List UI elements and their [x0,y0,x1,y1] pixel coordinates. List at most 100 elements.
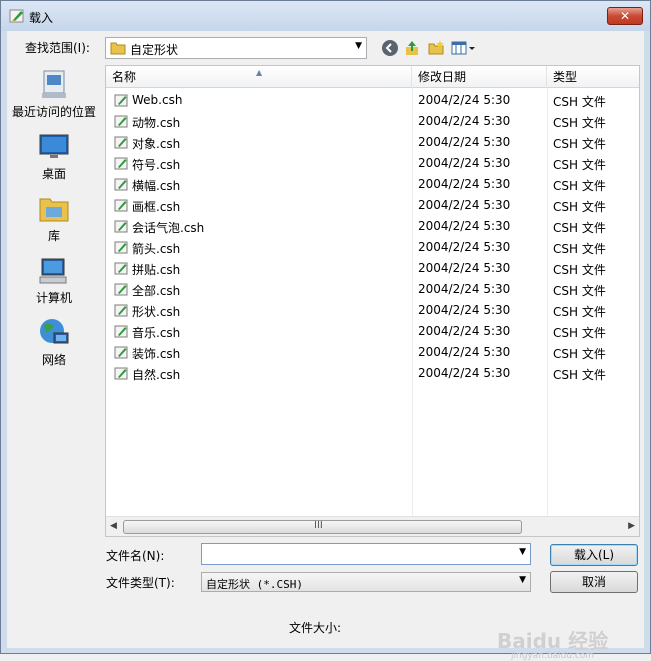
view-menu-icon[interactable] [451,39,477,57]
file-name: 横幅.csh [132,179,181,193]
file-type: CSH 文件 [553,137,606,151]
desktop-icon [39,134,69,158]
place-label: 最近访问的位置 [11,105,96,119]
chevron-down-icon[interactable]: ▼ [355,41,362,51]
file-type: CSH 文件 [553,221,606,235]
file-date: 2004/2/24 5:30 [418,198,511,212]
title-bar[interactable]: 载入 ✕ [1,1,650,31]
file-name: 拼贴.csh [132,263,181,277]
place-label: 计算机 [35,291,72,305]
file-row[interactable]: 符号.csh 2004/2/24 5:30 CSH 文件 [106,153,639,174]
file-row[interactable]: 音乐.csh 2004/2/24 5:30 CSH 文件 [106,321,639,342]
csh-file-icon [114,220,128,233]
csh-file-icon [114,178,128,191]
column-header-type[interactable]: 类型 [547,66,639,88]
file-row[interactable]: 动物.csh 2004/2/24 5:30 CSH 文件 [106,111,639,132]
file-type: CSH 文件 [553,200,606,214]
file-list[interactable]: 名称 ▲ 修改日期 类型 Web.csh 2004/2/24 5:30 CSH 文件… [105,65,640,537]
place-label: 网络 [41,353,66,367]
file-row[interactable]: 会话气泡.csh 2004/2/24 5:30 CSH 文件 [106,216,639,237]
csh-file-icon [114,157,128,170]
column-header-name[interactable]: 名称 ▲ [106,66,412,88]
brush-app-icon [9,9,24,23]
scroll-right-icon[interactable]: ▶ [628,521,635,531]
file-type: CSH 文件 [553,305,606,319]
file-type: CSH 文件 [553,368,606,382]
chevron-down-icon[interactable]: ▼ [519,547,526,557]
file-date: 2004/2/24 5:30 [418,261,511,275]
back-icon[interactable] [381,39,399,57]
file-row[interactable]: 横幅.csh 2004/2/24 5:30 CSH 文件 [106,174,639,195]
file-name: 箭头.csh [132,242,181,256]
chevron-down-icon[interactable]: ▼ [519,575,526,585]
file-row[interactable]: 画框.csh 2004/2/24 5:30 CSH 文件 [106,195,639,216]
filename-input[interactable] [202,544,508,564]
watermark-logo: Baidu 经验 jingyan.baidu.com [497,629,609,661]
filetype-value: 自定形状 (*.CSH) [206,578,303,591]
filetype-combo[interactable]: 自定形状 (*.CSH) ▼ [201,572,531,592]
csh-file-icon [114,262,128,275]
file-date: 2004/2/24 5:30 [418,135,511,149]
file-name: 对象.csh [132,137,181,151]
place-desktop[interactable]: 桌面 [7,131,101,189]
file-type: CSH 文件 [553,242,606,256]
csh-file-icon [114,94,128,107]
file-date: 2004/2/24 5:30 [418,303,511,317]
file-date: 2004/2/24 5:30 [418,156,511,170]
file-type: CSH 文件 [553,326,606,340]
csh-file-icon [114,367,128,380]
load-button[interactable]: 载入(L) [550,544,638,566]
scroll-grip: III [314,520,323,531]
up-folder-icon[interactable] [403,39,421,57]
file-row[interactable]: 箭头.csh 2004/2/24 5:30 CSH 文件 [106,237,639,258]
file-row[interactable]: 形状.csh 2004/2/24 5:30 CSH 文件 [106,300,639,321]
file-date: 2004/2/24 5:30 [418,219,511,233]
horizontal-scrollbar[interactable]: ◀ III ▶ [106,516,639,536]
file-name: 音乐.csh [132,326,181,340]
place-libraries[interactable]: 库 [7,193,101,251]
dialog-body: 查找范围(I): 自定形状 ▼ 最近访问的位置 桌面 库 计算机 网络 名称 ▲… [7,31,644,661]
csh-file-icon [114,283,128,296]
file-size-label: 文件大小: [289,621,342,635]
place-label: 桌面 [41,167,66,181]
csh-file-icon [114,136,128,149]
scroll-left-icon[interactable]: ◀ [110,521,117,531]
list-header: 名称 ▲ 修改日期 类型 [106,66,639,88]
column-header-date[interactable]: 修改日期 [412,66,547,88]
new-folder-icon[interactable] [427,39,445,57]
look-in-combo[interactable]: 自定形状 ▼ [105,37,367,59]
file-date: 2004/2/24 5:30 [418,114,511,128]
file-type: CSH 文件 [553,179,606,193]
file-row[interactable]: 装饰.csh 2004/2/24 5:30 CSH 文件 [106,342,639,363]
file-row[interactable]: 拼贴.csh 2004/2/24 5:30 CSH 文件 [106,258,639,279]
file-type: CSH 文件 [553,284,606,298]
file-type: CSH 文件 [553,95,606,109]
csh-file-icon [114,346,128,359]
look-in-label: 查找范围(I): [25,41,90,55]
file-name: 会话气泡.csh [132,221,205,235]
window-title: 载入 [29,11,54,25]
file-row[interactable]: Web.csh 2004/2/24 5:30 CSH 文件 [106,90,639,111]
place-recent[interactable]: 最近访问的位置 [7,69,101,127]
scroll-thumb[interactable]: III [123,520,522,534]
filename-combo[interactable]: ▼ [201,543,531,565]
file-name: 装饰.csh [132,347,181,361]
file-type: CSH 文件 [553,116,606,130]
file-date: 2004/2/24 5:30 [418,93,511,107]
file-row[interactable]: 全部.csh 2004/2/24 5:30 CSH 文件 [106,279,639,300]
place-label: 库 [47,229,60,243]
file-type: CSH 文件 [553,347,606,361]
place-computer[interactable]: 计算机 [7,255,101,313]
file-row[interactable]: 自然.csh 2004/2/24 5:30 CSH 文件 [106,363,639,384]
folder-icon [110,42,126,55]
filetype-label: 文件类型(T): [106,576,175,590]
file-row[interactable]: 对象.csh 2004/2/24 5:30 CSH 文件 [106,132,639,153]
cancel-button[interactable]: 取消 [550,571,638,593]
place-network[interactable]: 网络 [7,317,101,375]
csh-file-icon [114,325,128,338]
close-button[interactable]: ✕ [607,7,643,25]
file-name: 动物.csh [132,116,181,130]
csh-file-icon [114,115,128,128]
file-name: Web.csh [132,93,183,107]
csh-file-icon [114,304,128,317]
